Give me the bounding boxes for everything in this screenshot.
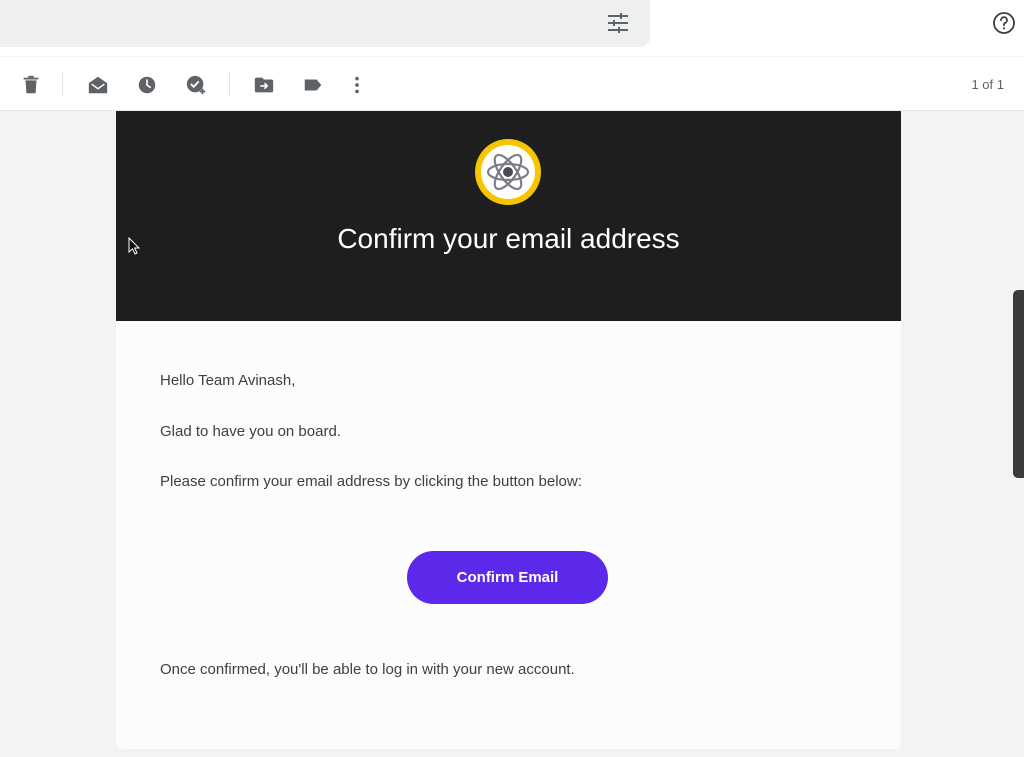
delete-icon[interactable] xyxy=(20,74,42,96)
scrollbar[interactable] xyxy=(1013,290,1024,478)
mouse-cursor-icon xyxy=(128,237,140,255)
welcome-text: Glad to have you on board. xyxy=(160,423,341,440)
email-message-body: Confirm your email address Hello Team Av… xyxy=(116,111,901,749)
label-icon[interactable] xyxy=(302,74,324,96)
add-task-icon[interactable] xyxy=(185,74,207,96)
footer-text: Once confirmed, you'll be able to log in… xyxy=(160,661,575,678)
atom-logo-icon xyxy=(475,139,541,205)
mark-read-icon[interactable] xyxy=(87,74,109,96)
toolbar-divider xyxy=(229,72,230,96)
email-header-banner: Confirm your email address xyxy=(116,111,901,321)
toolbar-divider xyxy=(62,72,63,96)
instruction-text: Please confirm your email address by cli… xyxy=(160,473,582,490)
move-to-icon[interactable] xyxy=(253,74,275,96)
help-icon[interactable] xyxy=(992,11,1016,35)
greeting-text: Hello Team Avinash, xyxy=(160,372,296,389)
email-title: Confirm your email address xyxy=(337,223,680,254)
confirm-email-button[interactable]: Confirm Email xyxy=(407,551,608,604)
message-toolbar: 1 of 1 xyxy=(0,57,1024,111)
more-options-icon[interactable] xyxy=(346,74,368,96)
pagination-count: 1 of 1 xyxy=(971,77,1004,92)
snooze-icon[interactable] xyxy=(136,74,158,96)
top-bar xyxy=(0,0,1024,56)
search-bar[interactable] xyxy=(0,0,650,47)
filter-options-icon[interactable] xyxy=(606,12,630,34)
